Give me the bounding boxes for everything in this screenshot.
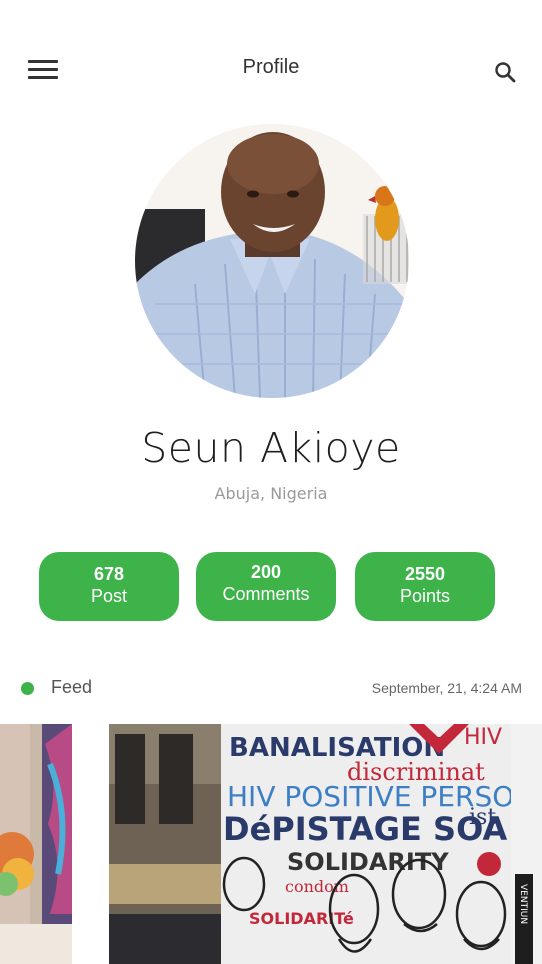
- user-name: Seun Akioye: [141, 424, 401, 472]
- feed-label: Feed: [51, 677, 93, 697]
- user-location: Abuja, Nigeria: [214, 484, 328, 503]
- points-label: Points: [399, 586, 451, 606]
- feed-status-dot: [21, 682, 34, 695]
- mural-text-hiv: HIV: [464, 725, 502, 750]
- posts-stat-button[interactable]: 678 Post: [39, 552, 179, 621]
- feed-date: September, 21, 4:24 AM: [371, 680, 522, 696]
- mural-text-condom: condom: [285, 877, 349, 896]
- comments-count: 200: [250, 562, 282, 582]
- mural-text-depistage: DéPISTAGE SOA: [223, 810, 507, 848]
- mural-text-ist: ist: [469, 805, 496, 830]
- feed-image-street[interactable]: [0, 724, 72, 964]
- comments-label: Comments: [222, 584, 310, 604]
- comments-stat-button[interactable]: 200 Comments: [196, 552, 336, 621]
- feed-image-mural[interactable]: BANALISATION discriminat HIV POSITIVE PE…: [109, 724, 542, 964]
- mural-text-solidarite: SOLIDARITé: [249, 909, 354, 928]
- points-stat-button[interactable]: 2550 Points: [355, 552, 495, 621]
- profile-avatar[interactable]: [135, 124, 409, 398]
- posts-label: Post: [90, 586, 128, 606]
- posts-count: 678: [93, 564, 125, 584]
- page-title: Profile: [242, 56, 300, 78]
- shop-sign-text: VENTIUN: [518, 884, 528, 924]
- points-count: 2550: [404, 564, 446, 584]
- search-icon[interactable]: [493, 60, 517, 84]
- top-bar: Profile: [0, 0, 542, 120]
